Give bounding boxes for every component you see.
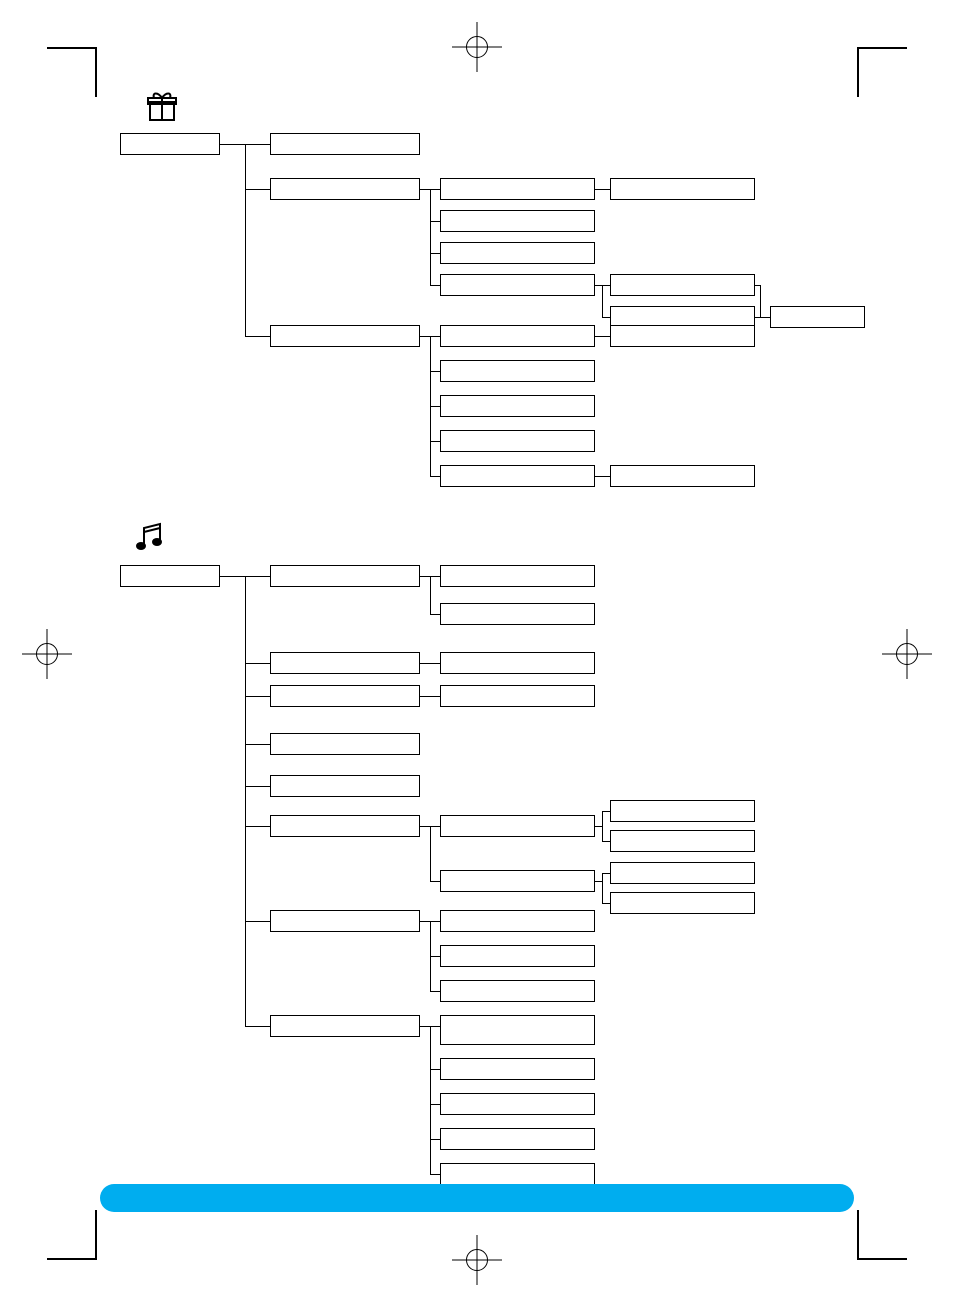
crop-mark — [47, 1258, 97, 1260]
tree-node — [440, 1015, 595, 1045]
tree-node — [440, 1128, 595, 1150]
registration-mark — [882, 629, 932, 679]
tree-node — [440, 1058, 595, 1080]
tree-node — [270, 775, 420, 797]
tree-node — [440, 910, 595, 932]
crop-mark — [95, 47, 97, 97]
tree-node — [270, 685, 420, 707]
tree-node — [440, 178, 595, 200]
tree-node — [440, 565, 595, 587]
registration-mark — [452, 22, 502, 72]
tree-node — [440, 395, 595, 417]
tree-node — [440, 945, 595, 967]
tree-node — [440, 430, 595, 452]
tree-node — [440, 603, 595, 625]
tree-node — [270, 910, 420, 932]
registration-mark — [452, 1235, 502, 1285]
registration-mark — [22, 629, 72, 679]
music-icon — [130, 518, 170, 563]
tree-root — [120, 565, 220, 587]
tree-node — [440, 360, 595, 382]
tree-node — [270, 325, 420, 347]
tree-node — [610, 800, 755, 822]
tree-node — [440, 685, 595, 707]
tree-node — [440, 815, 595, 837]
gift-icon — [144, 88, 180, 129]
tree-root — [120, 133, 220, 155]
tree-node — [270, 565, 420, 587]
tree-node — [610, 830, 755, 852]
tree-node — [610, 892, 755, 914]
tree-node — [440, 210, 595, 232]
tree-node — [610, 274, 755, 296]
tree-node — [610, 862, 755, 884]
tree-node — [440, 325, 595, 347]
tree-node — [440, 242, 595, 264]
crop-mark — [857, 47, 859, 97]
tree-node — [440, 1093, 595, 1115]
tree-node — [270, 1015, 420, 1037]
tree-node — [440, 870, 595, 892]
crop-mark — [95, 1210, 97, 1260]
tree-node — [770, 306, 865, 328]
tree-node — [440, 980, 595, 1002]
tree-node — [270, 733, 420, 755]
tree-node — [270, 178, 420, 200]
tree-node — [610, 325, 755, 347]
tree-node — [610, 465, 755, 487]
tree-node — [440, 652, 595, 674]
crop-mark — [857, 1210, 859, 1260]
footer-bar — [100, 1184, 854, 1212]
crop-mark — [857, 47, 907, 49]
tree-node — [610, 178, 755, 200]
tree-node — [270, 815, 420, 837]
crop-mark — [857, 1258, 907, 1260]
tree-node — [440, 465, 595, 487]
tree-node — [270, 652, 420, 674]
tree-node — [440, 274, 595, 296]
crop-mark — [47, 47, 97, 49]
tree-node — [270, 133, 420, 155]
tree-node — [440, 1163, 595, 1185]
